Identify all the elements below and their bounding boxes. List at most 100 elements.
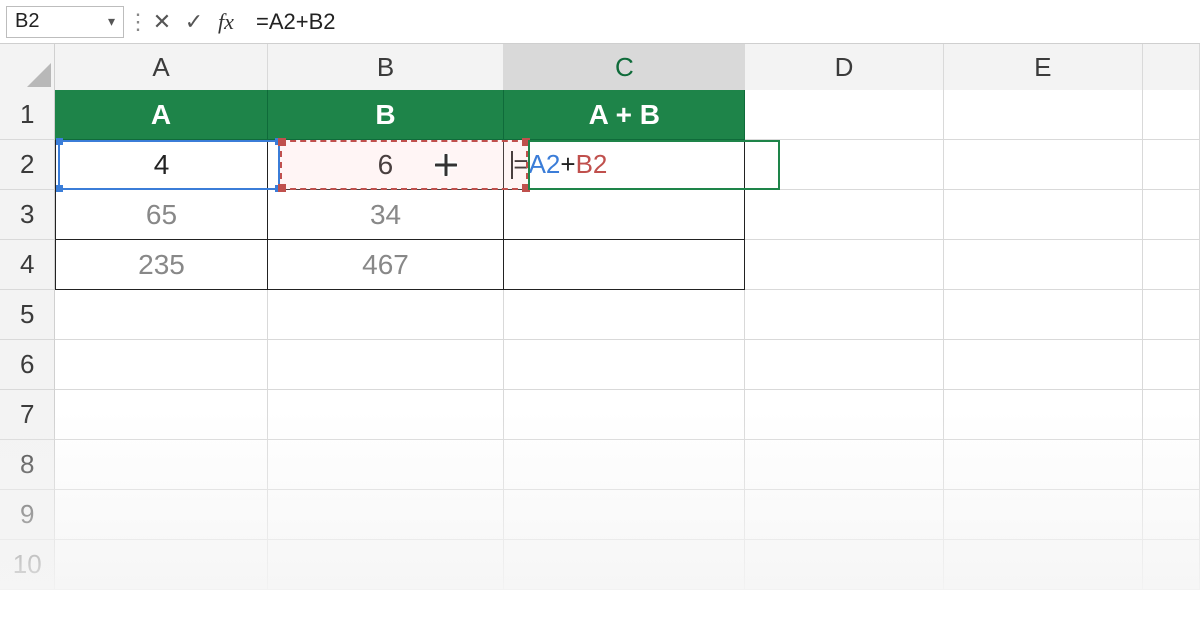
formula-input[interactable]	[242, 6, 1194, 38]
cell-d7[interactable]	[745, 390, 944, 440]
cell-f10[interactable]	[1143, 540, 1200, 590]
cell-d9[interactable]	[745, 490, 944, 540]
cell-e9[interactable]	[944, 490, 1143, 540]
cell-d10[interactable]	[745, 540, 944, 590]
row-header-6[interactable]: 6	[0, 340, 55, 390]
table-row: 5	[0, 290, 1200, 340]
cell-e5[interactable]	[944, 290, 1143, 340]
cell-a9[interactable]	[55, 490, 267, 540]
insert-function-button[interactable]: fx	[210, 6, 242, 38]
cell-c4[interactable]	[504, 240, 745, 290]
cell-a10[interactable]	[55, 540, 267, 590]
cell-b9[interactable]	[268, 490, 505, 540]
select-all-corner[interactable]	[0, 44, 55, 90]
column-header-e[interactable]: E	[944, 44, 1143, 90]
cell-f7[interactable]	[1143, 390, 1200, 440]
cell-c2-editing[interactable]: =A2+B2	[504, 140, 745, 190]
cell-d4[interactable]	[745, 240, 944, 290]
cell-a1[interactable]: A	[55, 90, 267, 140]
cell-a6[interactable]	[55, 340, 267, 390]
column-header-a[interactable]: A	[55, 44, 267, 90]
row-header-10[interactable]: 10	[0, 540, 55, 590]
cell-b1[interactable]: B	[268, 90, 505, 140]
column-header-c[interactable]: C	[504, 44, 745, 90]
row-header-2[interactable]: 2	[0, 140, 55, 190]
cell-a2[interactable]: 4	[55, 140, 267, 190]
formula-ref-a2: A2	[529, 149, 561, 180]
row-header-3[interactable]: 3	[0, 190, 55, 240]
cell-e6[interactable]	[944, 340, 1143, 390]
cell-f6[interactable]	[1143, 340, 1200, 390]
cell-a3[interactable]: 65	[55, 190, 267, 240]
spreadsheet-grid: A B C D E 1 A B A + B 2 4 6	[0, 44, 1200, 590]
table-row: 2 4 6 =A2+B2	[0, 140, 1200, 190]
cell-c3[interactable]	[504, 190, 745, 240]
cell-b7[interactable]	[268, 390, 505, 440]
cell-d3[interactable]	[745, 190, 944, 240]
table-row: 8	[0, 440, 1200, 490]
row-header-5[interactable]: 5	[0, 290, 55, 340]
table-row: 9	[0, 490, 1200, 540]
cell-d2[interactable]	[745, 140, 944, 190]
cell-e2[interactable]	[944, 140, 1143, 190]
row-header-9[interactable]: 9	[0, 490, 55, 540]
formula-ref-b2: B2	[576, 149, 608, 180]
cell-d1[interactable]	[745, 90, 944, 140]
formula-eq: =	[513, 149, 528, 180]
cell-e7[interactable]	[944, 390, 1143, 440]
cell-d8[interactable]	[745, 440, 944, 490]
row-header-4[interactable]: 4	[0, 240, 55, 290]
table-row: 3 65 34	[0, 190, 1200, 240]
cell-f1[interactable]	[1143, 90, 1200, 140]
cell-e1[interactable]	[944, 90, 1143, 140]
cell-e3[interactable]	[944, 190, 1143, 240]
cell-c7[interactable]	[504, 390, 745, 440]
cell-e8[interactable]	[944, 440, 1143, 490]
cell-b5[interactable]	[268, 290, 505, 340]
cell-d6[interactable]	[745, 340, 944, 390]
fx-icon: fx	[218, 9, 234, 35]
cell-d5[interactable]	[745, 290, 944, 340]
cell-b6[interactable]	[268, 340, 505, 390]
cell-f4[interactable]	[1143, 240, 1200, 290]
cell-a4[interactable]: 235	[55, 240, 267, 290]
cell-c8[interactable]	[504, 440, 745, 490]
cell-a7[interactable]	[55, 390, 267, 440]
excel-cross-cursor-icon	[435, 154, 457, 176]
cell-f3[interactable]	[1143, 190, 1200, 240]
cell-c6[interactable]	[504, 340, 745, 390]
cell-b8[interactable]	[268, 440, 505, 490]
table-row: 7	[0, 390, 1200, 440]
cell-c9[interactable]	[504, 490, 745, 540]
cell-e4[interactable]	[944, 240, 1143, 290]
column-header-f[interactable]	[1143, 44, 1200, 90]
cell-f8[interactable]	[1143, 440, 1200, 490]
cell-b3[interactable]: 34	[268, 190, 505, 240]
rows-container: 1 A B A + B 2 4 6 =A2+B2	[0, 90, 1200, 590]
formula-bar: B2 ▾ ⋮ ✕ ✓ fx	[0, 0, 1200, 44]
table-row: 4 235 467	[0, 240, 1200, 290]
cell-c5[interactable]	[504, 290, 745, 340]
column-header-b[interactable]: B	[268, 44, 505, 90]
cell-b4[interactable]: 467	[268, 240, 505, 290]
cell-e10[interactable]	[944, 540, 1143, 590]
cell-c1[interactable]: A + B	[504, 90, 745, 140]
separator-icon: ⋮	[134, 6, 142, 38]
column-header-d[interactable]: D	[745, 44, 944, 90]
cell-c10[interactable]	[504, 540, 745, 590]
cell-f2[interactable]	[1143, 140, 1200, 190]
cell-a5[interactable]	[55, 290, 267, 340]
cell-b10[interactable]	[268, 540, 505, 590]
chevron-down-icon[interactable]: ▾	[108, 13, 115, 30]
row-header-1[interactable]: 1	[0, 90, 55, 140]
cell-f9[interactable]	[1143, 490, 1200, 540]
table-row: 1 A B A + B	[0, 90, 1200, 140]
cell-f5[interactable]	[1143, 290, 1200, 340]
cell-b2[interactable]: 6	[268, 140, 505, 190]
row-header-7[interactable]: 7	[0, 390, 55, 440]
cell-a8[interactable]	[55, 440, 267, 490]
cancel-button[interactable]: ✕	[146, 6, 178, 38]
enter-button[interactable]: ✓	[178, 6, 210, 38]
row-header-8[interactable]: 8	[0, 440, 55, 490]
name-box[interactable]: B2 ▾	[6, 6, 124, 38]
